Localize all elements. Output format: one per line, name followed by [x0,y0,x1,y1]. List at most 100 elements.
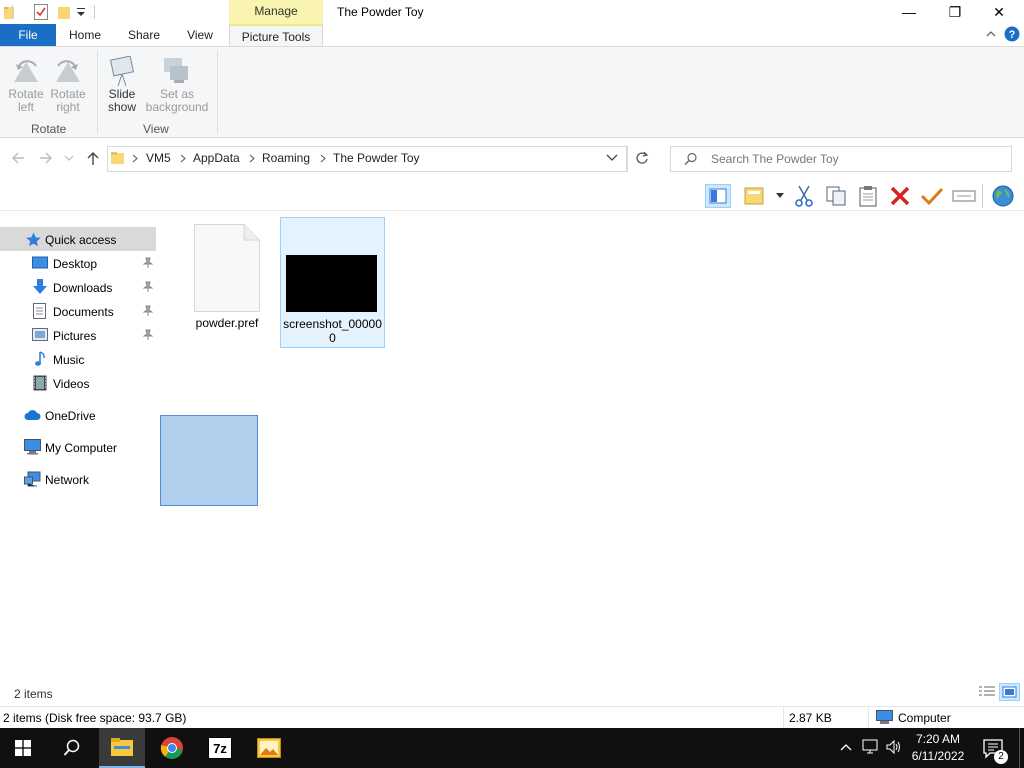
cloud-icon [24,410,41,420]
help-icon[interactable]: ? [1004,26,1020,42]
delete-icon[interactable] [887,184,913,208]
rotate-left-button[interactable]: Rotate left [6,56,46,114]
pin-icon[interactable] [143,257,153,269]
taskbar-file-explorer[interactable] [99,728,145,768]
sidebar-item-label: Downloads [53,281,113,295]
sidebar-item-onedrive[interactable]: OneDrive [0,403,156,427]
collapse-ribbon-icon[interactable] [985,27,997,41]
slide-show-button[interactable]: Slide show [104,56,140,114]
sidebar-item-label: OneDrive [45,409,96,423]
windows-logo-icon [15,740,31,756]
show-hidden-icons-icon[interactable] [839,741,853,753]
copy-icon[interactable] [823,184,849,208]
tab-picture-tools[interactable]: Picture Tools [229,24,323,47]
folder-icon [111,151,125,165]
title-bar: Manage The Powder Toy — ❐ ✕ [0,0,1024,24]
rotate-right-button[interactable]: Rotate right [48,56,88,114]
rotate-right-icon [56,60,80,82]
ribbon-divider [97,50,98,134]
sidebar-item-pictures[interactable]: Pictures [0,323,156,347]
tab-view[interactable]: View [178,24,222,47]
search-icon [684,152,698,166]
cut-icon[interactable] [791,184,817,208]
file-item-powder-pref[interactable]: powder.pref [190,222,264,340]
tab-share[interactable]: Share [120,24,168,47]
breadcrumb-the-powder-toy[interactable]: The Powder Toy [333,151,420,165]
tab-file[interactable]: File [0,24,56,47]
pin-icon[interactable] [143,329,153,341]
breadcrumb-appdata[interactable]: AppData [193,151,240,165]
download-arrow-icon [33,279,47,294]
explorer-window: Manage The Powder Toy — ❐ ✕ File Home Sh… [0,0,1024,728]
checkmark-icon[interactable] [919,184,945,208]
close-button[interactable]: ✕ [976,0,1022,24]
pin-icon[interactable] [143,281,153,293]
image-viewer-icon [257,738,281,758]
sidebar-item-network[interactable]: Network [0,467,156,491]
window-title: The Powder Toy [337,5,424,19]
clock-date[interactable]: 6/11/2022 [905,749,971,763]
up-arrow-icon[interactable] [85,150,101,166]
breadcrumb-vm5[interactable]: VM5 [146,151,171,165]
paste-icon[interactable] [855,184,881,208]
taskbar-image-viewer[interactable] [246,728,292,768]
svg-text:7z: 7z [213,741,227,756]
manage-label: Manage [254,4,298,18]
sidebar-item-my-computer[interactable]: My Computer [0,435,156,459]
sidebar-item-videos[interactable]: Videos [0,371,156,395]
maximize-button[interactable]: ❐ [932,0,978,24]
details-view-icon[interactable] [978,685,996,699]
pin-icon[interactable] [143,305,153,317]
preview-pane-icon[interactable] [705,184,731,208]
search-icon [63,739,80,756]
refresh-icon[interactable] [635,151,649,165]
show-desktop-button[interactable] [1019,728,1024,768]
customize-qat-icon[interactable] [76,6,86,18]
volume-icon[interactable] [885,739,903,755]
rename-icon[interactable] [951,184,977,208]
sidebar-item-downloads[interactable]: Downloads [0,275,156,299]
network-icon [24,471,41,487]
svg-text:?: ? [1009,29,1016,41]
sidebar-item-desktop[interactable]: Desktop [0,251,156,275]
breadcrumb-chevron-icon[interactable] [249,154,255,163]
file-name-wrap: 0 [329,331,336,345]
forward-icon[interactable] [38,151,54,165]
clock-time[interactable]: 7:20 AM [905,732,971,746]
slide-show-icon [109,56,135,87]
address-dropdown-icon[interactable] [606,154,618,162]
taskbar-7zip[interactable]: 7z [197,728,243,768]
start-button[interactable] [0,728,46,768]
rotate-right-label-2: right [56,100,80,114]
minimize-button[interactable]: — [886,0,932,24]
breadcrumb-roaming[interactable]: Roaming [262,151,310,165]
new-folder-icon[interactable] [58,5,70,19]
nav-quick-access-label: Quick access [45,233,117,247]
nav-quick-access[interactable]: Quick access [0,227,156,251]
sidebar-item-documents[interactable]: Documents [0,299,156,323]
set-background-icon [164,58,188,83]
sidebar-item-music[interactable]: Music [0,347,156,371]
properties-icon[interactable] [34,4,48,20]
taskbar-search-button[interactable] [49,728,95,768]
set-background-label-2: background [145,100,209,114]
layout-icon[interactable] [742,184,768,208]
sidebar-item-label: Documents [53,305,114,319]
breadcrumb-chevron-icon[interactable] [320,154,326,163]
recent-locations-icon[interactable] [64,154,74,162]
globe-icon[interactable] [990,184,1016,208]
file-name: screenshot_00000 [283,317,382,331]
layout-dropdown-icon[interactable] [775,192,785,200]
breadcrumb-chevron-icon[interactable] [132,154,138,163]
sidebar-item-label: Network [45,473,90,487]
large-icons-view-icon[interactable] [999,683,1020,701]
back-icon[interactable] [10,151,26,165]
set-as-background-button[interactable]: Set as background [144,56,210,114]
drag-selection-rectangle [160,415,258,506]
status-disk-info: 2 items (Disk free space: 93.7 GB) [3,711,187,725]
breadcrumb-chevron-icon[interactable] [180,154,186,163]
taskbar-chrome[interactable] [149,728,195,768]
tab-home[interactable]: Home [60,24,110,47]
network-tray-icon[interactable] [862,739,880,755]
file-item-screenshot[interactable]: screenshot_00000 0 [280,217,385,348]
